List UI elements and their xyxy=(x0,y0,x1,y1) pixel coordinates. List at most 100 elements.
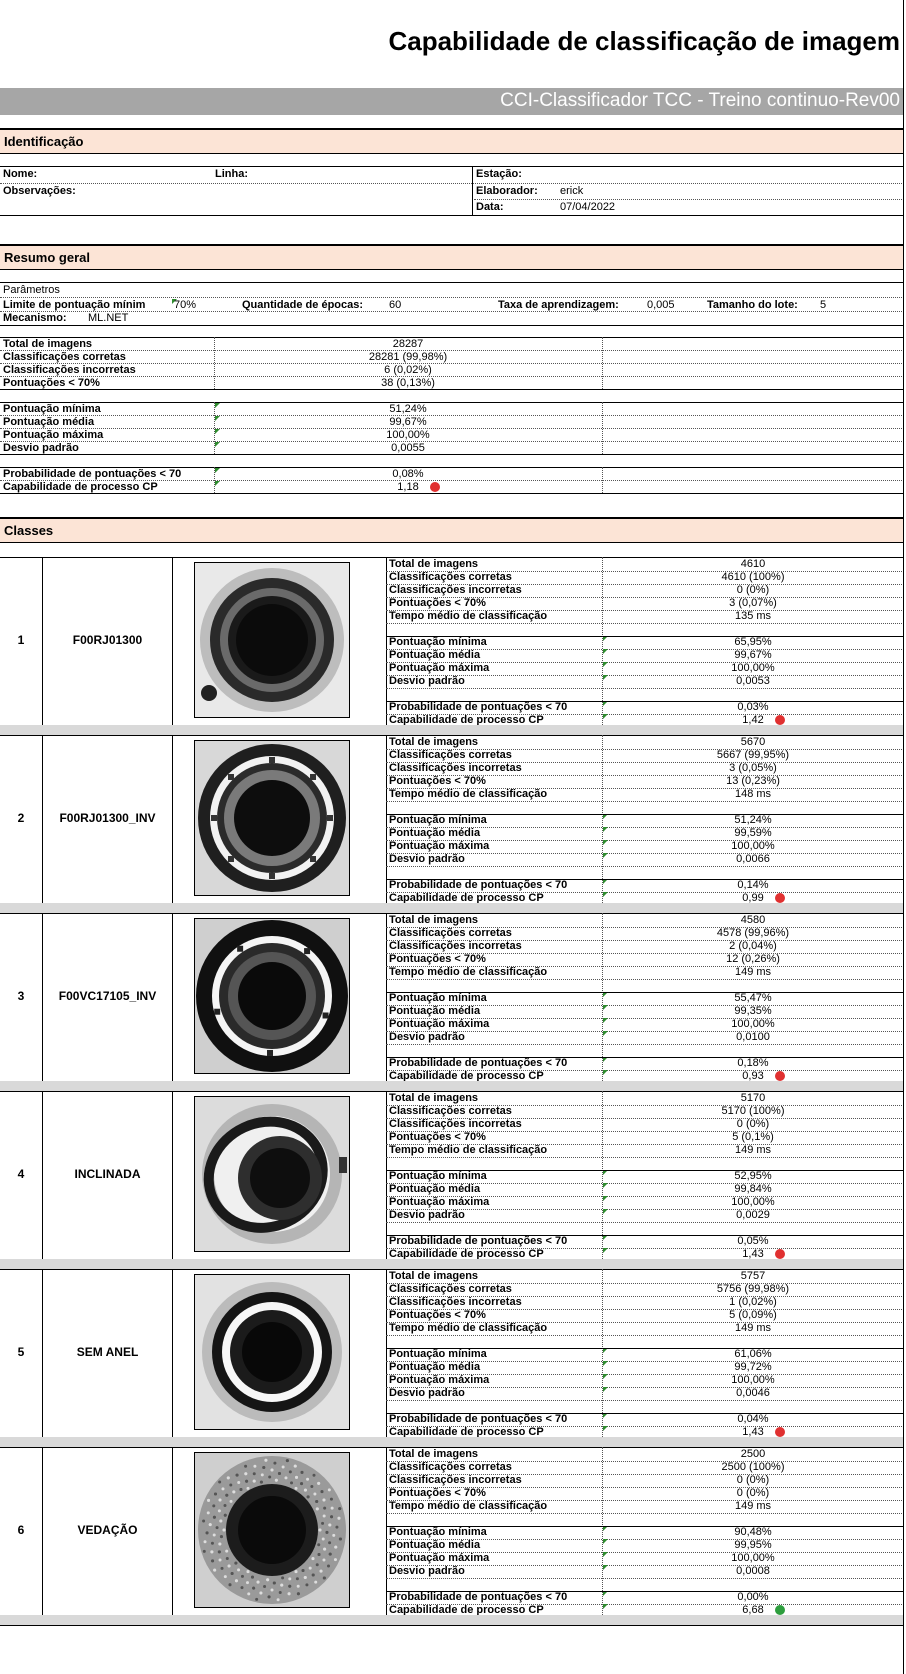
mecanismo-value: ML.NET xyxy=(88,312,129,324)
row-border xyxy=(386,1513,904,1514)
taxa-value: 0,005 xyxy=(647,299,675,311)
class-metric-label-tempo: Tempo médio de classificação xyxy=(389,788,548,800)
class-number: 5 xyxy=(17,1345,25,1359)
section-classes-heading: Classes xyxy=(0,517,904,543)
row-border xyxy=(386,623,904,624)
class-metric-label-min: Pontuação mínima xyxy=(389,1348,487,1360)
lote-value: 5 xyxy=(820,299,827,311)
row-border xyxy=(386,1591,904,1592)
class-sample-image xyxy=(194,1452,350,1608)
column-border xyxy=(172,557,173,725)
class-metric-value-total: 4580 xyxy=(740,914,766,926)
class-name: INCLINADA xyxy=(74,1167,141,1181)
class-metric-label-total: Total de imagens xyxy=(389,914,479,926)
class-metric-value-tempo: 149 ms xyxy=(734,1322,772,1334)
class-metric-value-total: 4610 xyxy=(740,558,766,570)
class-metric-label-desvio: Desvio padrão xyxy=(389,1209,465,1221)
class-metric-label-min: Pontuação mínima xyxy=(389,636,487,648)
class-metric-label-media: Pontuação média xyxy=(389,649,481,661)
row-border xyxy=(386,1413,904,1414)
class-metric-value-total: 5170 xyxy=(740,1092,766,1104)
row-border xyxy=(386,1057,904,1058)
column-border xyxy=(386,913,387,1081)
class-name: F00RJ01300 xyxy=(72,633,143,647)
resumo-scores-label: Desvio padrão xyxy=(3,442,79,454)
class-metric-value-total: 5757 xyxy=(740,1270,766,1282)
class-separator xyxy=(0,1437,904,1447)
class-metric-label-max: Pontuação máxima xyxy=(389,1196,490,1208)
class-number: 2 xyxy=(17,811,25,825)
report-sheet: Capabilidade de classificação de imagem … xyxy=(0,0,904,1674)
class-separator xyxy=(0,725,904,735)
class-metric-label-incorretas: Classificações incorretas xyxy=(389,1474,522,1486)
class-metric-value-tempo: 149 ms xyxy=(734,966,772,978)
class-metric-value-max: 100,00% xyxy=(731,662,775,674)
limite-label: Limite de pontuação mínim xyxy=(3,299,146,311)
resumo-stats-value: 28287 xyxy=(392,338,424,350)
class-metric-label-total: Total de imagens xyxy=(389,1092,479,1104)
cp-status-indicator-icon xyxy=(775,1071,785,1081)
class-metric-value-incorretas: 0 (0%) xyxy=(736,1474,770,1486)
class-metric-value-pont70: 5 (0,09%) xyxy=(729,1309,777,1321)
class-metric-value-corretas: 4610 (100%) xyxy=(721,571,785,583)
row-border xyxy=(386,701,904,702)
class-metric-label-pont70: Pontuações < 70% xyxy=(389,1309,486,1321)
column-border xyxy=(386,1091,387,1259)
class-metric-label-tempo: Tempo médio de classificação xyxy=(389,610,548,622)
class-metric-label-tempo: Tempo médio de classificação xyxy=(389,966,548,978)
class-metric-label-prob: Probabilidade de pontuações < 70 xyxy=(389,1235,568,1247)
class-metric-label-pont70: Pontuações < 70% xyxy=(389,1487,486,1499)
class-name: F00VC17105_INV xyxy=(58,989,157,1003)
resumo-capability-label: Capabilidade de processo CP xyxy=(3,481,158,493)
class-metric-label-media: Pontuação média xyxy=(389,1183,481,1195)
class-metric-value-incorretas: 1 (0,02%) xyxy=(729,1296,777,1308)
class-metric-value-media: 99,84% xyxy=(734,1183,772,1195)
resumo-scores-value: 51,24% xyxy=(389,403,427,415)
class-metric-label-desvio: Desvio padrão xyxy=(389,675,465,687)
column-border xyxy=(172,913,173,1081)
class-metric-label-min: Pontuação mínima xyxy=(389,992,487,1004)
class-metric-label-total: Total de imagens xyxy=(389,736,479,748)
class-metric-label-incorretas: Classificações incorretas xyxy=(389,1296,522,1308)
class-metric-value-incorretas: 3 (0,05%) xyxy=(729,762,777,774)
class-number: 6 xyxy=(17,1523,25,1537)
row-border xyxy=(0,166,904,167)
row-border xyxy=(386,1157,904,1158)
class-metric-value-prob: 0,18% xyxy=(737,1057,769,1069)
column-border xyxy=(472,166,473,215)
column-border xyxy=(172,1447,173,1615)
column-border xyxy=(386,1447,387,1615)
resumo-stats-label: Total de imagens xyxy=(3,338,93,350)
class-metric-label-pont70: Pontuações < 70% xyxy=(389,953,486,965)
class-metric-label-corretas: Classificações corretas xyxy=(389,1283,512,1295)
class-metric-label-corretas: Classificações corretas xyxy=(389,1461,512,1473)
class-metric-label-tempo: Tempo médio de classificação xyxy=(389,1500,548,1512)
class-metric-label-tempo: Tempo médio de classificação xyxy=(389,1322,548,1334)
class-number: 4 xyxy=(17,1167,25,1181)
class-metric-value-min: 65,95% xyxy=(734,636,772,648)
linha-label: Linha: xyxy=(215,168,248,180)
elaborador-value: erick xyxy=(560,185,584,197)
class-metric-label-media: Pontuação média xyxy=(389,1361,481,1373)
class-metric-value-media: 99,35% xyxy=(734,1005,772,1017)
class-metric-value-max: 100,00% xyxy=(731,840,775,852)
class-metric-value-tempo: 148 ms xyxy=(734,788,772,800)
resumo-capability-value: 1,18 xyxy=(397,481,419,493)
nome-label: Nome: xyxy=(3,168,38,180)
class-metric-label-min: Pontuação mínima xyxy=(389,814,487,826)
cp-status-indicator-icon xyxy=(775,1427,785,1437)
row-border xyxy=(386,979,904,980)
epocas-label: Quantidade de épocas: xyxy=(242,299,364,311)
resumo-scores-value: 99,67% xyxy=(389,416,427,428)
column-border xyxy=(386,735,387,903)
lote-label: Tamanho do lote: xyxy=(707,299,798,311)
row-border xyxy=(0,215,904,216)
resumo-scores-label: Pontuação máxima xyxy=(3,429,104,441)
cp-status-indicator-icon xyxy=(775,1249,785,1259)
class-metric-label-media: Pontuação média xyxy=(389,1005,481,1017)
resumo-scores-value: 100,00% xyxy=(386,429,430,441)
class-metric-label-prob: Probabilidade de pontuações < 70 xyxy=(389,1413,568,1425)
row-border xyxy=(386,992,904,993)
row-border xyxy=(0,297,904,298)
report-subtitle: CCI-Classificador TCC - Treino continuo-… xyxy=(500,90,900,111)
